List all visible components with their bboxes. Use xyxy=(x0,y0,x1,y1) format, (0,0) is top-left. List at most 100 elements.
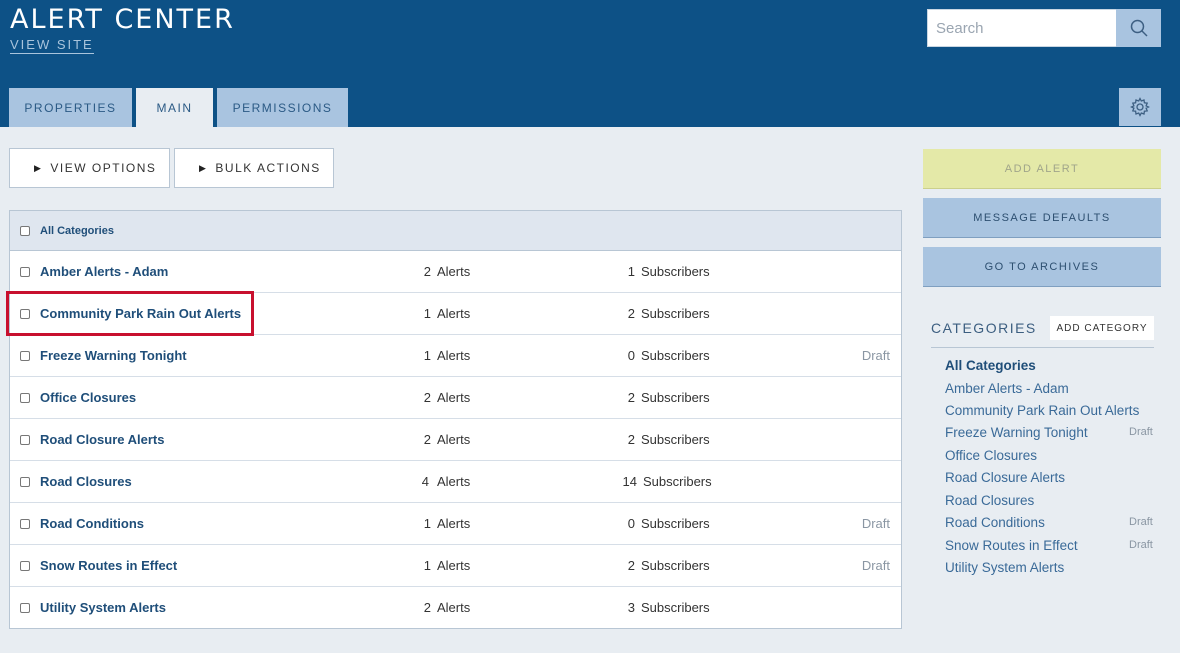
alerts-count: 1 xyxy=(423,306,431,321)
categories-table: All Categories Amber Alerts - Adam 2 Ale… xyxy=(9,210,902,629)
subscribers-count: 0 xyxy=(627,516,635,531)
row-checkbox[interactable] xyxy=(20,393,30,403)
row-checkbox[interactable] xyxy=(20,477,30,487)
bulk-actions-button[interactable]: ▶ BULK ACTIONS xyxy=(174,148,334,188)
alerts-count: 4 xyxy=(421,474,429,489)
categories-heading: CATEGORIES xyxy=(931,320,1037,336)
table-row: Utility System Alerts 2 Alerts 3 Subscri… xyxy=(10,587,901,629)
alerts-label: Alerts xyxy=(437,516,471,531)
highlight-box xyxy=(6,291,254,336)
alerts-label: Alerts xyxy=(437,474,471,489)
status-badge: Draft xyxy=(1129,516,1153,528)
table-row: Road Closures 4 Alerts 14 Subscribers xyxy=(10,461,901,503)
select-all-checkbox[interactable] xyxy=(20,225,30,236)
subscribers-count: 3 xyxy=(627,600,635,615)
alerts-count: 2 xyxy=(423,390,431,405)
category-nav-item[interactable]: Road Closures xyxy=(945,493,1034,508)
subscribers-label: Subscribers xyxy=(643,474,712,489)
play-triangle-icon: ▶ xyxy=(199,162,208,173)
alerts-count: 2 xyxy=(423,600,431,615)
play-triangle-icon: ▶ xyxy=(34,162,43,173)
settings-button[interactable] xyxy=(1119,88,1161,126)
category-nav-item[interactable]: Community Park Rain Out Alerts xyxy=(945,403,1139,418)
subscribers-count: 2 xyxy=(627,558,635,573)
tab-permissions[interactable]: PERMISSIONS xyxy=(217,88,348,127)
category-link[interactable]: Office Closures xyxy=(40,390,136,405)
view-site-link[interactable]: VIEW SITE xyxy=(10,37,94,54)
table-header: All Categories xyxy=(10,211,901,251)
category-link[interactable]: Utility System Alerts xyxy=(40,600,166,615)
search-button[interactable] xyxy=(1116,9,1161,47)
alerts-count: 1 xyxy=(423,558,431,573)
subscribers-count: 2 xyxy=(627,432,635,447)
category-link[interactable]: Freeze Warning Tonight xyxy=(40,348,187,363)
subscribers-label: Subscribers xyxy=(641,348,710,363)
row-checkbox[interactable] xyxy=(20,351,30,361)
table-row: Road Conditions 1 Alerts 0 Subscribers D… xyxy=(10,503,901,545)
subscribers-label: Subscribers xyxy=(641,558,710,573)
message-defaults-button[interactable]: MESSAGE DEFAULTS xyxy=(923,198,1161,238)
status-badge: Draft xyxy=(861,516,890,531)
subscribers-label: Subscribers xyxy=(641,432,710,447)
table-row: Snow Routes in Effect 1 Alerts 2 Subscri… xyxy=(10,545,901,587)
table-row: Freeze Warning Tonight 1 Alerts 0 Subscr… xyxy=(10,335,901,377)
subscribers-label: Subscribers xyxy=(641,390,710,405)
gear-icon xyxy=(1130,97,1150,117)
category-link[interactable]: Road Conditions xyxy=(40,516,144,531)
subscribers-count: 2 xyxy=(627,306,635,321)
table-row: Road Closure Alerts 2 Alerts 2 Subscribe… xyxy=(10,419,901,461)
category-nav-item[interactable]: All Categories xyxy=(945,358,1036,373)
row-checkbox[interactable] xyxy=(20,561,30,571)
alerts-label: Alerts xyxy=(437,558,471,573)
tab-properties[interactable]: PROPERTIES xyxy=(9,88,132,127)
alerts-count: 1 xyxy=(423,348,431,363)
subscribers-label: Subscribers xyxy=(641,516,710,531)
subscribers-count: 2 xyxy=(627,390,635,405)
view-options-button[interactable]: ▶ VIEW OPTIONS xyxy=(9,148,170,188)
alerts-label: Alerts xyxy=(437,348,471,363)
alerts-label: Alerts xyxy=(437,390,471,405)
category-nav-item[interactable]: Road Closure Alerts xyxy=(945,470,1065,485)
go-to-archives-button[interactable]: GO TO ARCHIVES xyxy=(923,247,1161,287)
subscribers-count: 14 xyxy=(622,474,637,489)
table-row: Amber Alerts - Adam 2 Alerts 1 Subscribe… xyxy=(10,251,901,293)
category-nav-item[interactable]: Amber Alerts - Adam xyxy=(945,381,1069,396)
search-input[interactable] xyxy=(927,9,1117,47)
subscribers-label: Subscribers xyxy=(641,264,710,279)
row-checkbox[interactable] xyxy=(20,267,30,277)
category-nav-item[interactable]: Office Closures xyxy=(945,448,1037,463)
category-nav-item[interactable]: Utility System Alerts xyxy=(945,560,1064,575)
category-link[interactable]: Amber Alerts - Adam xyxy=(40,264,168,279)
alerts-label: Alerts xyxy=(437,264,471,279)
category-link[interactable]: Road Closures xyxy=(40,474,132,489)
category-link[interactable]: Snow Routes in Effect xyxy=(40,558,177,573)
status-badge: Draft xyxy=(861,348,890,363)
view-options-label: VIEW OPTIONS xyxy=(50,161,157,175)
subscribers-count: 1 xyxy=(627,264,635,279)
category-link[interactable]: Road Closure Alerts xyxy=(40,432,165,447)
category-nav-item[interactable]: Freeze Warning Tonight xyxy=(945,425,1088,440)
app-header: ALERT CENTER VIEW SITE PROPERTIES MAIN P… xyxy=(0,0,1180,127)
row-checkbox[interactable] xyxy=(20,435,30,445)
app-title: ALERT CENTER xyxy=(10,4,235,35)
status-badge: Draft xyxy=(1129,426,1153,438)
table-header-label: All Categories xyxy=(40,224,114,237)
alerts-label: Alerts xyxy=(437,306,471,321)
subscribers-count: 0 xyxy=(627,348,635,363)
table-row: Office Closures 2 Alerts 2 Subscribers xyxy=(10,377,901,419)
divider xyxy=(931,347,1154,348)
status-badge: Draft xyxy=(1129,539,1153,551)
alerts-label: Alerts xyxy=(437,600,471,615)
alerts-label: Alerts xyxy=(437,432,471,447)
add-alert-button[interactable]: ADD ALERT xyxy=(923,149,1161,189)
search-icon xyxy=(1130,19,1148,37)
category-nav-item[interactable]: Road Conditions xyxy=(945,515,1045,530)
alerts-count: 1 xyxy=(423,516,431,531)
alerts-count: 2 xyxy=(423,264,431,279)
row-checkbox[interactable] xyxy=(20,519,30,529)
category-nav-item[interactable]: Snow Routes in Effect xyxy=(945,538,1078,553)
tab-main[interactable]: MAIN xyxy=(136,88,213,127)
row-checkbox[interactable] xyxy=(20,603,30,613)
add-category-button[interactable]: ADD CATEGORY xyxy=(1050,316,1154,340)
alerts-count: 2 xyxy=(423,432,431,447)
